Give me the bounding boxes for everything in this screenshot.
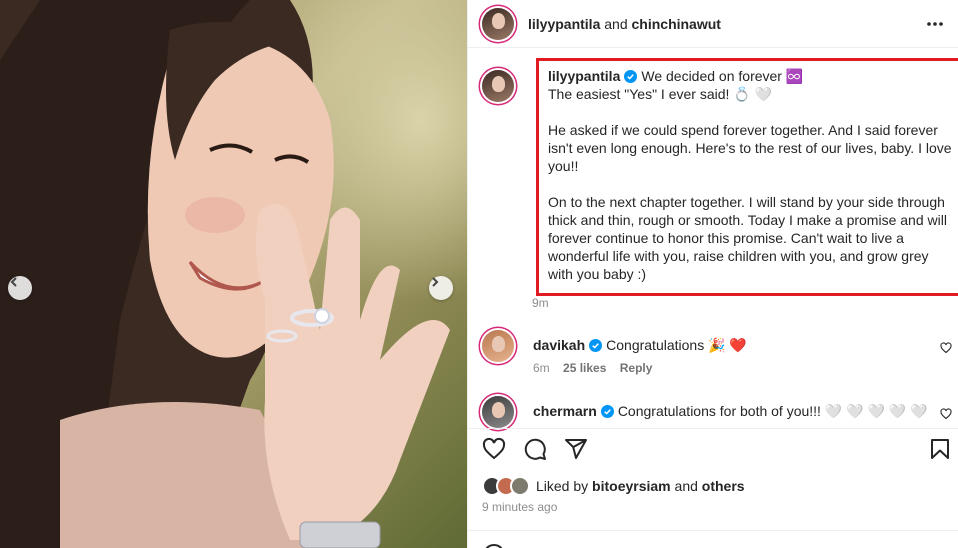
comment-time: 6m — [533, 361, 550, 375]
comment-text: Congratulations 🎉 ❤️ — [606, 337, 747, 353]
comment-like-icon[interactable] — [940, 342, 952, 354]
heart-icon[interactable] — [482, 437, 506, 461]
add-comment-bar — [468, 530, 958, 548]
bookmark-icon[interactable] — [928, 437, 952, 461]
prev-photo-button[interactable] — [8, 276, 32, 300]
caption-username[interactable]: lilyypantila — [548, 68, 620, 84]
verified-badge-icon — [624, 70, 638, 83]
comment-meta: 6m 25 likes Reply — [533, 361, 662, 375]
comment-body: davikah Congratulations 🎉 ❤️ — [533, 337, 747, 354]
comment-username[interactable]: davikah — [533, 337, 585, 353]
author-username[interactable]: lilyypantila — [528, 16, 600, 32]
post-side-panel: lilyypantila and chinchinawut lilyypanti… — [467, 0, 958, 548]
liked-by-user[interactable]: bitoeyrsiam — [592, 478, 671, 494]
comment-avatar[interactable] — [482, 396, 514, 428]
liked-by-text: Liked by bitoeyrsiam and others — [536, 478, 745, 494]
comment-icon[interactable] — [523, 437, 547, 461]
emoji-icon[interactable] — [482, 543, 506, 548]
caption-line2: The easiest "Yes" I ever said! 💍 🤍 — [548, 86, 773, 102]
share-icon[interactable] — [564, 437, 588, 461]
liked-by: Liked by bitoeyrsiam and others — [482, 476, 745, 496]
post-photo — [0, 0, 467, 548]
comment-likes[interactable]: 25 likes — [563, 361, 606, 375]
post-authors: lilyypantila and chinchinawut — [528, 16, 721, 32]
liker-avatar[interactable] — [510, 476, 530, 496]
comment-like-icon[interactable] — [940, 408, 952, 420]
comment-text: Congratulations for both of you!!! 🤍 🤍 🤍… — [617, 403, 928, 419]
caption-time: 9m — [532, 296, 549, 310]
next-photo-button[interactable] — [429, 276, 453, 300]
verified-badge-icon — [589, 339, 603, 352]
comment-body: chermarn Congratulations for both of you!… — [533, 403, 928, 420]
caption-paragraph-2: On to the next chapter together. I will … — [548, 194, 947, 282]
action-bar — [468, 428, 958, 468]
caption-avatar[interactable] — [482, 70, 514, 102]
chevron-left-icon — [10, 277, 17, 287]
post-header: lilyypantila and chinchinawut — [468, 0, 958, 48]
coauthor-username[interactable]: chinchinawut — [632, 16, 721, 32]
authors-connector: and — [604, 15, 628, 32]
chevron-right-icon — [432, 277, 439, 287]
liked-by-others[interactable]: others — [702, 478, 745, 494]
liked-by-and: and — [674, 478, 698, 494]
more-horizontal-icon[interactable] — [926, 15, 944, 33]
comment-avatar[interactable] — [482, 330, 514, 362]
caption-title: We decided on forever ♾️ — [641, 68, 804, 84]
caption-highlight-box: lilyypantila We decided on forever ♾️ The… — [536, 58, 958, 296]
comment-reply-button[interactable]: Reply — [620, 361, 653, 375]
post-time-ago: 9 minutes ago — [482, 500, 558, 514]
verified-badge-icon — [600, 405, 614, 418]
photo-illustration — [0, 0, 450, 548]
liked-by-prefix: Liked by — [536, 478, 589, 494]
author-avatar[interactable] — [482, 7, 514, 40]
comment-username[interactable]: chermarn — [533, 403, 597, 419]
caption-paragraph-1: He asked if we could spend forever toget… — [548, 122, 952, 174]
